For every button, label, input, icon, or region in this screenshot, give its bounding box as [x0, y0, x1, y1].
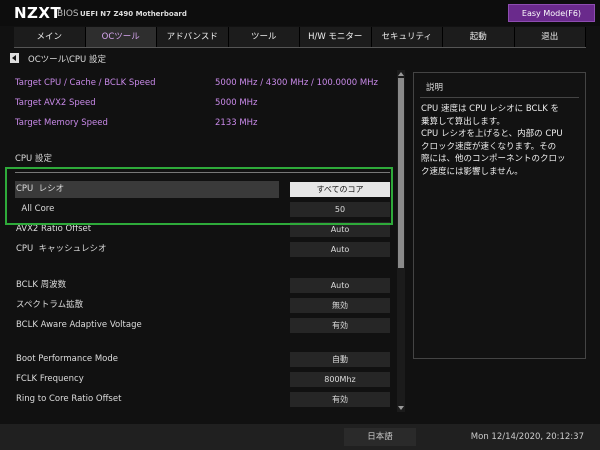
setting-value[interactable]: 無効 [290, 298, 390, 313]
setting-value[interactable]: 50 [290, 202, 390, 217]
setting-label: CPU レシオ [16, 184, 65, 194]
setting-row[interactable]: Ring to Core Ratio Offset 有効 [15, 391, 390, 408]
setting-label: BCLK Aware Adaptive Voltage [16, 320, 142, 330]
tab-1[interactable]: OCツール [85, 27, 157, 47]
tab-7[interactable]: 退出 [514, 27, 586, 47]
setting-row[interactable]: All Core 50 [15, 201, 390, 218]
info-label: Target CPU / Cache / BCLK Speed [15, 78, 156, 88]
setting-value[interactable]: 800Mhz [290, 372, 390, 387]
scroll-up-arrow-icon[interactable] [397, 70, 405, 78]
setting-row[interactable]: BCLK 周波数 Auto [15, 277, 390, 294]
help-divider [420, 97, 579, 98]
setting-label: スペクトラム拡散 [16, 300, 84, 310]
bios-label: BIOS [57, 9, 79, 19]
setting-value[interactable]: 自動 [290, 352, 390, 367]
brand-logo: NZXT [14, 4, 62, 22]
info-label: Target AVX2 Speed [15, 98, 96, 108]
help-title: 説明 [426, 83, 444, 93]
tab-divider [14, 47, 586, 48]
setting-value[interactable]: Auto [290, 278, 390, 293]
header-bar: NZXT BIOS UEFI N7 Z490 Motherboard Easy … [0, 0, 600, 26]
setting-label: All Core [16, 204, 55, 214]
info-value: 5000 MHz / 4300 MHz / 100.0000 MHz [215, 78, 379, 88]
setting-row[interactable]: CPU レシオ すべてのコア [15, 181, 390, 198]
info-value: 2133 MHz [215, 118, 258, 128]
setting-row[interactable]: スペクトラム拡散 無効 [15, 297, 390, 314]
setting-row[interactable]: Boot Performance Mode 自動 [15, 351, 390, 368]
easy-mode-button[interactable]: Easy Mode(F6) [508, 4, 595, 22]
tab-4[interactable]: H/W モニター [300, 27, 372, 47]
back-arrow-icon[interactable] [10, 53, 19, 63]
tab-bar: メイン OCツール アドバンスド ツール H/W モニター セキュリティ 起動 退出 [14, 27, 586, 47]
setting-value[interactable]: Auto [290, 222, 390, 237]
model-label: UEFI N7 Z490 Motherboard [80, 10, 187, 18]
tab-0[interactable]: メイン [14, 27, 86, 47]
setting-row[interactable]: FCLK Frequency 800Mhz [15, 371, 390, 388]
setting-value[interactable]: 有効 [290, 318, 390, 333]
breadcrumb: OCツール\CPU 設定 [28, 55, 106, 65]
tab-6[interactable]: 起動 [443, 27, 515, 47]
setting-label: FCLK Frequency [16, 374, 84, 384]
setting-value[interactable]: Auto [290, 242, 390, 257]
scrollbar-thumb[interactable] [398, 78, 404, 268]
tab-5[interactable]: セキュリティ [371, 27, 443, 47]
language-button[interactable]: 日本語 [344, 428, 416, 446]
setting-label: CPU キャッシュレシオ [16, 244, 107, 254]
section-title: CPU 設定 [15, 154, 52, 164]
setting-label: BCLK 周波数 [16, 280, 67, 290]
setting-row[interactable]: AVX2 Ratio Offset Auto [15, 221, 390, 238]
info-value: 5000 MHz [215, 98, 258, 108]
setting-row[interactable]: BCLK Aware Adaptive Voltage 有効 [15, 317, 390, 334]
help-text: CPU 速度は CPU レシオに BCLK を 乗算して算出します。 CPU レ… [421, 104, 566, 177]
info-label: Target Memory Speed [15, 118, 108, 128]
datetime-display: Mon 12/14/2020, 20:12:37 [470, 432, 584, 442]
setting-value[interactable]: すべてのコア [290, 182, 390, 197]
tab-3[interactable]: ツール [228, 27, 300, 47]
help-panel: 説明 CPU 速度は CPU レシオに BCLK を 乗算して算出します。 CP… [413, 72, 586, 359]
section-divider [15, 172, 390, 173]
setting-row[interactable]: CPU キャッシュレシオ Auto [15, 241, 390, 258]
scroll-down-arrow-icon[interactable] [397, 404, 405, 412]
setting-label: AVX2 Ratio Offset [16, 224, 92, 234]
setting-label: Ring to Core Ratio Offset [16, 394, 122, 404]
setting-value[interactable]: 有効 [290, 392, 390, 407]
setting-label: Boot Performance Mode [16, 354, 118, 364]
tab-2[interactable]: アドバンスド [157, 27, 229, 47]
